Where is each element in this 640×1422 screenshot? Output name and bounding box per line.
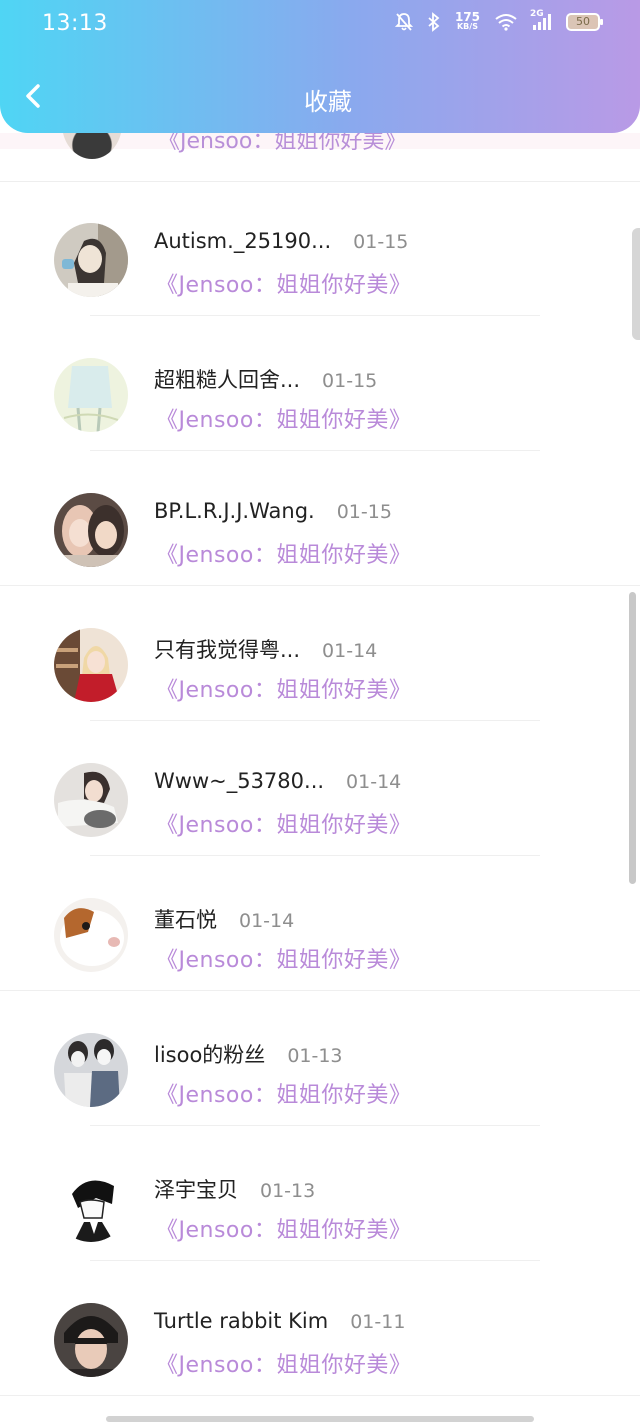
date: 01-15 <box>336 501 392 523</box>
avatar[interactable] <box>54 223 128 297</box>
username: Www~_53780... <box>154 769 325 793</box>
mute-bell-icon <box>394 12 413 32</box>
message-text: 《Jensoo：姐姐你好美》 <box>156 813 412 838</box>
list-item[interactable]: 董石悦 01-14 《Jensoo：姐姐你好美》 <box>0 856 640 991</box>
avatar[interactable] <box>54 358 128 432</box>
message-text: 《Jensoo：姐姐你好美》 <box>156 1218 412 1243</box>
list-item[interactable]: lisoo的粉丝 01-13 《Jensoo：姐姐你好美》 <box>0 991 640 1126</box>
battery-icon: 50 <box>566 13 603 31</box>
username: Turtle rabbit Kim <box>154 1309 329 1333</box>
username: 只有我觉得粤... <box>154 638 301 662</box>
avatar <box>62 133 122 159</box>
status-bar: 13:13 175 KB/S 2G 50 <box>0 0 640 50</box>
avatar[interactable] <box>54 1033 128 1107</box>
signal-label: 2G <box>530 9 544 19</box>
list-item[interactable]: Www~_53780... 01-14 《Jensoo：姐姐你好美》 <box>0 721 640 856</box>
username: 超粗糙人回舍... <box>154 368 301 392</box>
date: 01-15 <box>322 370 378 392</box>
bluetooth-icon <box>427 12 441 32</box>
username: 泽宇宝贝 <box>154 1178 238 1202</box>
list-item[interactable]: 只有我觉得粤... 01-14 《Jensoo：姐姐你好美》 <box>0 586 640 721</box>
message-text: 《Jensoo：姐姐你好美》 <box>158 133 407 154</box>
avatar[interactable] <box>54 1303 128 1377</box>
avatar[interactable] <box>54 493 128 567</box>
date: 01-14 <box>239 910 295 932</box>
network-speed-unit: KB/S <box>456 22 478 31</box>
user-row-header: 泽宇宝贝 01-13 <box>154 1174 315 1204</box>
list-item[interactable]: Turtle rabbit Kim 01-11 《Jensoo：姐姐你好美》 <box>0 1261 640 1396</box>
avatar[interactable] <box>54 628 128 702</box>
message-text: 《Jensoo：姐姐你好美》 <box>156 408 412 433</box>
list-item[interactable]: 超粗糙人回舍... 01-15 《Jensoo：姐姐你好美》 <box>0 316 640 451</box>
user-row-header: Autism._25190... 01-15 <box>154 229 408 253</box>
status-time: 13:13 <box>42 11 108 36</box>
list-item[interactable]: Autism._25190... 01-15 《Jensoo：姐姐你好美》 <box>0 181 640 316</box>
divider <box>0 1395 640 1396</box>
status-icons: 175 KB/S 2G 50 <box>394 9 603 32</box>
network-speed: 175 KB/S <box>454 10 480 32</box>
avatar[interactable] <box>54 1168 128 1242</box>
date: 01-14 <box>346 771 402 793</box>
user-row-header: 董石悦 01-14 <box>154 904 294 934</box>
user-row-header: lisoo的粉丝 01-13 <box>154 1039 343 1069</box>
message-text: 《Jensoo：姐姐你好美》 <box>156 543 412 568</box>
username: Autism._25190... <box>154 229 332 253</box>
avatar[interactable] <box>54 763 128 837</box>
user-row-header: BP.L.R.J.J.Wang. 01-15 <box>154 499 392 523</box>
user-row-header: 超粗糙人回舍... 01-15 <box>154 364 377 394</box>
date: 01-15 <box>353 231 409 253</box>
message-text: 《Jensoo：姐姐你好美》 <box>156 1353 412 1378</box>
message-text: 《Jensoo：姐姐你好美》 <box>156 1083 412 1108</box>
avatar[interactable] <box>54 898 128 972</box>
date: 01-14 <box>322 640 378 662</box>
message-text: 《Jensoo：姐姐你好美》 <box>156 678 412 703</box>
list-item-partial[interactable]: 《Jensoo：姐姐你好美》 <box>0 133 640 182</box>
message-text: 《Jensoo：姐姐你好美》 <box>156 273 412 298</box>
scrollbar[interactable] <box>629 592 636 884</box>
side-edge-handle[interactable] <box>632 228 640 340</box>
user-row-header: 只有我觉得粤... 01-14 <box>154 634 377 664</box>
list-item[interactable]: 泽宇宝贝 01-13 《Jensoo：姐姐你好美》 <box>0 1126 640 1261</box>
network-speed-value: 175 <box>454 10 480 24</box>
message-text: 《Jensoo：姐姐你好美》 <box>156 948 412 973</box>
user-row-header: Turtle rabbit Kim 01-11 <box>154 1309 405 1333</box>
date: 01-11 <box>350 1311 406 1333</box>
wifi-icon <box>494 13 518 31</box>
page-title: 收藏 <box>304 88 352 116</box>
horizontal-scroll-indicator <box>106 1416 534 1422</box>
date: 01-13 <box>260 1180 316 1202</box>
top-app-bar: 13:13 175 KB/S 2G 50 收藏 <box>0 0 640 133</box>
username: BP.L.R.J.J.Wang. <box>154 499 315 523</box>
user-row-header: Www~_53780... 01-14 <box>154 769 401 793</box>
username: lisoo的粉丝 <box>154 1043 266 1067</box>
list-item[interactable]: BP.L.R.J.J.Wang. 01-15 《Jensoo：姐姐你好美》 <box>0 451 640 586</box>
date: 01-13 <box>287 1045 343 1067</box>
cellular-signal-icon: 2G <box>530 9 552 31</box>
username: 董石悦 <box>154 908 217 932</box>
